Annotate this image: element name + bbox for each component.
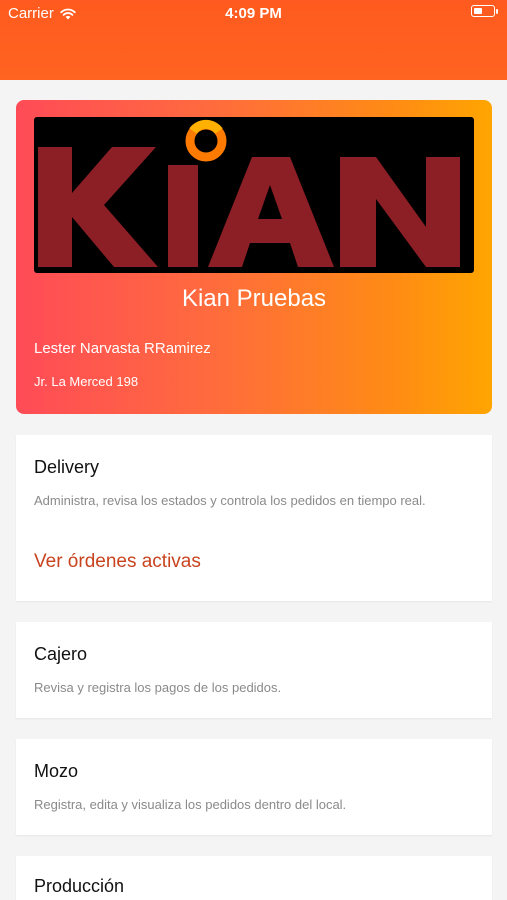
card-title: Mozo	[34, 761, 79, 781]
status-bar: Carrier 4:09 PM	[0, 0, 507, 28]
production-card[interactable]: Producción	[16, 856, 492, 900]
battery-icon	[471, 5, 499, 19]
business-name: Kian Pruebas	[181, 285, 327, 312]
business-card: Kian Pruebas Lester Narvasta RRamirez Jr…	[16, 100, 492, 414]
business-logo	[34, 117, 474, 273]
card-description: Registra, edita y visualiza los pedidos …	[34, 797, 347, 812]
card-description: Administra, revisa los estados y control…	[34, 493, 426, 508]
card-title: Delivery	[34, 457, 100, 477]
cashier-card[interactable]: Cajero Revisa y registra los pagos de lo…	[16, 622, 492, 718]
card-description: Revisa y registra los pagos de los pedid…	[34, 680, 282, 695]
owner-name: Lester Narvasta RRamirez	[34, 340, 211, 357]
card-title: Producción	[34, 876, 125, 896]
business-address: Jr. La Merced 198	[34, 374, 139, 389]
card-title: Cajero	[34, 644, 88, 664]
delivery-card[interactable]: Delivery Administra, revisa los estados …	[16, 435, 492, 601]
waiter-card[interactable]: Mozo Registra, edita y visualiza los ped…	[16, 739, 492, 835]
view-active-orders-link[interactable]: Ver órdenes activas	[34, 551, 201, 573]
clock: 4:09 PM	[225, 5, 282, 22]
